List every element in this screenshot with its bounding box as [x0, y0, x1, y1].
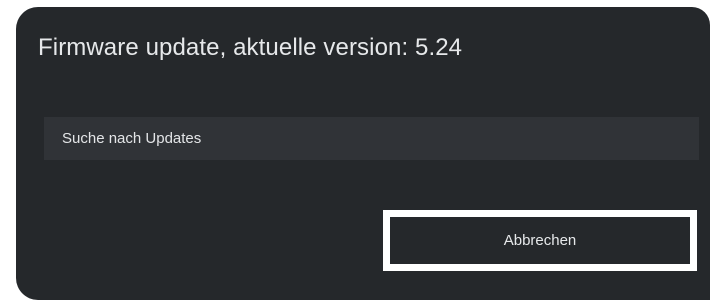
update-status-text: Suche nach Updates	[62, 130, 202, 147]
cancel-button[interactable]: Abbrechen	[383, 210, 697, 271]
update-status-row: Suche nach Updates	[44, 117, 699, 160]
dialog-title: Firmware update, aktuelle version: 5.24	[38, 34, 463, 61]
firmware-update-dialog: Firmware update, aktuelle version: 5.24 …	[16, 7, 710, 300]
